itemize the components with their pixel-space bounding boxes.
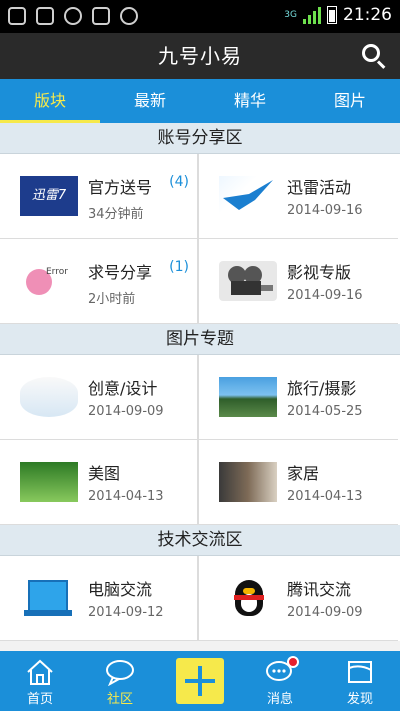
forum-item[interactable]: 影视专版 2014-09-16 (199, 239, 398, 324)
error-face-icon: Error (20, 261, 78, 301)
forum-name: 求号分享 (88, 263, 153, 282)
last-update: 2014-09-12 (88, 605, 164, 620)
last-update: 2014-05-25 (287, 404, 363, 419)
bird-logo-icon (219, 176, 277, 216)
app-icon (92, 7, 110, 25)
tab-images[interactable]: 图片 (300, 79, 400, 123)
last-update: 2小时前 (88, 292, 136, 307)
cup-image-icon (20, 377, 78, 417)
page-title: 九号小易 (158, 44, 242, 68)
image-icon (36, 7, 54, 25)
last-update: 2014-04-13 (287, 489, 363, 504)
section-grid-account-share: 迅雷7 官方送号 (4) 34分钟前 迅雷活动 2014-09-16 Error… (0, 154, 400, 324)
forum-name: 腾讯交流 (287, 580, 352, 599)
tab-sections[interactable]: 版块 (0, 79, 100, 123)
qq-penguin-icon (219, 578, 277, 618)
signal-icon (303, 6, 321, 24)
forum-name: 创意/设计 (88, 379, 158, 398)
nav-label: 发现 (346, 692, 373, 707)
forum-item[interactable]: 旅行/摄影 2014-05-25 (199, 355, 398, 440)
section-title-account-share: 账号分享区 (0, 123, 400, 154)
notification-icon (8, 7, 26, 25)
last-update: 2014-09-16 (287, 288, 363, 303)
home-icon (27, 659, 53, 685)
nav-compose[interactable] (160, 651, 240, 711)
landscape-image-icon (219, 377, 277, 417)
nav-community[interactable]: 社区 (80, 651, 160, 711)
post-count: (1) (169, 259, 189, 275)
status-indicators: 3G 21:26 (284, 5, 392, 25)
nav-messages[interactable]: 消息 (240, 651, 320, 711)
category-tabs: 版块 最新 精华 图片 (0, 79, 400, 123)
tab-featured[interactable]: 精华 (200, 79, 300, 123)
forum-name: 影视专版 (287, 263, 352, 282)
last-update: 2014-04-13 (88, 489, 164, 504)
section-grid-tech-exchange: 电脑交流 2014-09-12 腾讯交流 2014-09-09 (0, 556, 400, 641)
nature-image-icon (20, 462, 78, 502)
nav-home[interactable]: 首页 (0, 651, 80, 711)
forum-item[interactable]: 创意/设计 2014-09-09 (0, 355, 199, 440)
last-update: 2014-09-09 (88, 404, 164, 419)
forum-item[interactable]: 美图 2014-04-13 (0, 440, 199, 525)
computer-icon (20, 578, 78, 618)
section-title-image-topics: 图片专题 (0, 324, 400, 355)
section-title-tech-exchange: 技术交流区 (0, 525, 400, 556)
forum-list[interactable]: 账号分享区 迅雷7 官方送号 (4) 34分钟前 迅雷活动 2014-09-16… (0, 123, 400, 651)
status-bar: 3G 21:26 (0, 0, 400, 33)
nav-label: 首页 (26, 692, 53, 707)
forum-name: 官方送号 (88, 178, 153, 197)
forum-item[interactable]: 迅雷7 官方送号 (4) 34分钟前 (0, 154, 199, 239)
search-icon[interactable] (360, 42, 388, 70)
battery-icon (327, 6, 337, 24)
post-count: (4) (169, 174, 189, 190)
last-update: 2014-09-16 (287, 203, 363, 218)
qq-icon (64, 7, 82, 25)
xunlei7-logo-icon: 迅雷7 (20, 176, 78, 216)
clock: 21:26 (343, 5, 392, 25)
map-icon (348, 661, 372, 683)
interior-image-icon (219, 462, 277, 502)
nav-label: 消息 (266, 692, 293, 707)
browser-icon (120, 7, 138, 25)
forum-name: 旅行/摄影 (287, 379, 357, 398)
last-update: 34分钟前 (88, 207, 144, 222)
tab-latest[interactable]: 最新 (100, 79, 200, 123)
nav-discover[interactable]: 发现 (320, 651, 400, 711)
forum-item[interactable]: 电脑交流 2014-09-12 (0, 556, 199, 641)
title-bar: 九号小易 (0, 33, 400, 79)
forum-name: 家居 (287, 464, 320, 483)
last-update: 2014-09-09 (287, 605, 363, 620)
unread-badge (287, 656, 299, 668)
notification-icons (8, 7, 138, 25)
forum-item[interactable]: Error 求号分享 (1) 2小时前 (0, 239, 199, 324)
forum-name: 电脑交流 (88, 580, 153, 599)
message-icon (265, 656, 299, 686)
bottom-navigation: 首页 社区 消息 发现 (0, 651, 400, 711)
forum-item[interactable]: 家居 2014-04-13 (199, 440, 398, 525)
forum-name: 迅雷活动 (287, 178, 352, 197)
network-type: 3G (284, 9, 297, 20)
film-camera-icon (219, 261, 277, 301)
forum-item[interactable]: 腾讯交流 2014-09-09 (199, 556, 398, 641)
chat-bubble-icon (106, 660, 134, 686)
forum-name: 美图 (88, 464, 121, 483)
forum-item[interactable]: 迅雷活动 2014-09-16 (199, 154, 398, 239)
section-grid-image-topics: 创意/设计 2014-09-09 旅行/摄影 2014-05-25 美图 201… (0, 355, 400, 525)
plus-icon[interactable] (176, 658, 224, 704)
nav-label: 社区 (106, 692, 133, 707)
